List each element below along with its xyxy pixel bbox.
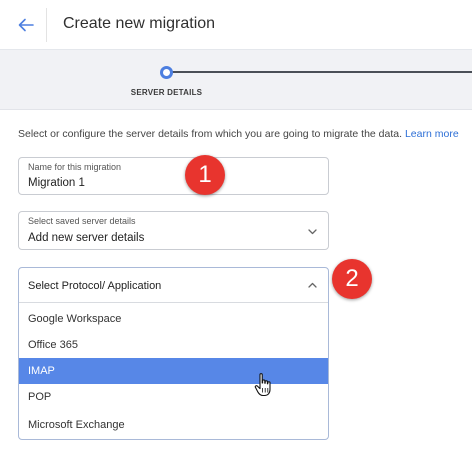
option-label: Microsoft Exchange <box>28 419 125 431</box>
migration-name-field[interactable]: Name for this migration Migration 1 <box>18 157 329 195</box>
saved-server-select[interactable]: Select saved server details Add new serv… <box>18 211 329 250</box>
migration-name-label: Name for this migration <box>28 162 122 172</box>
hand-cursor-icon <box>254 373 271 397</box>
annotation-badge-2: 2 <box>332 259 372 299</box>
chevron-down-icon <box>308 229 317 235</box>
stepper-track <box>167 71 472 73</box>
back-button[interactable] <box>13 11 39 39</box>
page-title: Create new migration <box>63 15 216 32</box>
option-label: Google Workspace <box>28 313 122 325</box>
protocol-select-trigger[interactable]: Select Protocol/ Application <box>19 268 328 303</box>
chevron-up-icon <box>308 282 317 288</box>
step-label-server-details: SERVER DETAILS <box>130 88 203 97</box>
instructions-body: Select or configure the server details f… <box>18 128 403 140</box>
app-header: Create new migration <box>0 0 472 50</box>
header-divider <box>46 8 47 42</box>
migration-name-input[interactable]: Migration 1 <box>28 177 308 189</box>
saved-server-value: Add new server details <box>28 232 145 244</box>
option-microsoft-exchange[interactable]: Microsoft Exchange <box>19 412 328 438</box>
progress-stepper: SERVER DETAILS <box>0 50 472 110</box>
option-pop[interactable]: POP <box>19 384 328 410</box>
option-office-365[interactable]: Office 365 <box>19 332 328 358</box>
option-label: Office 365 <box>28 339 78 351</box>
option-imap[interactable]: IMAP <box>19 358 328 384</box>
option-label: POP <box>28 391 52 403</box>
protocol-placeholder: Select Protocol/ Application <box>28 280 162 292</box>
instructions-text: Select or configure the server details f… <box>18 128 459 140</box>
saved-server-label: Select saved server details <box>28 216 136 226</box>
option-google-workspace[interactable]: Google Workspace <box>19 306 328 332</box>
step-indicator-active <box>160 66 173 79</box>
arrow-left-icon <box>18 18 34 32</box>
option-label: IMAP <box>28 365 55 377</box>
annotation-badge-1: 1 <box>185 155 225 195</box>
learn-more-link[interactable]: Learn more <box>405 128 459 140</box>
protocol-dropdown[interactable]: Select Protocol/ Application Google Work… <box>18 267 329 440</box>
